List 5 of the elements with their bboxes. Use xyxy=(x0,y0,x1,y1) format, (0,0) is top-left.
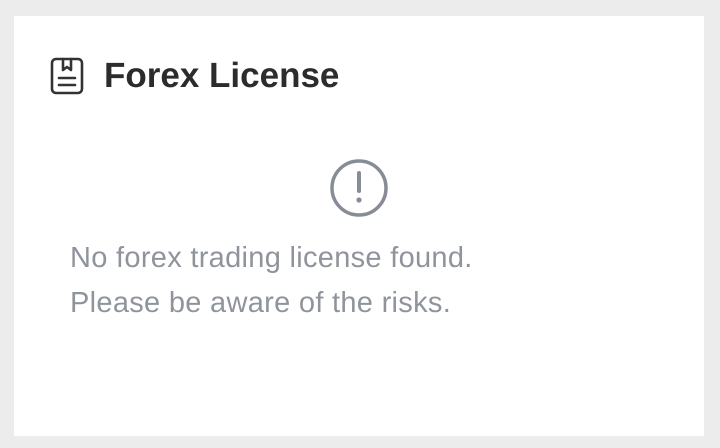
empty-message: No forex trading license found. xyxy=(70,242,474,275)
document-icon xyxy=(50,57,84,95)
card-title: Forex License xyxy=(104,56,340,96)
empty-message: Please be aware of the risks. xyxy=(70,287,452,320)
warning-icon xyxy=(329,158,389,218)
